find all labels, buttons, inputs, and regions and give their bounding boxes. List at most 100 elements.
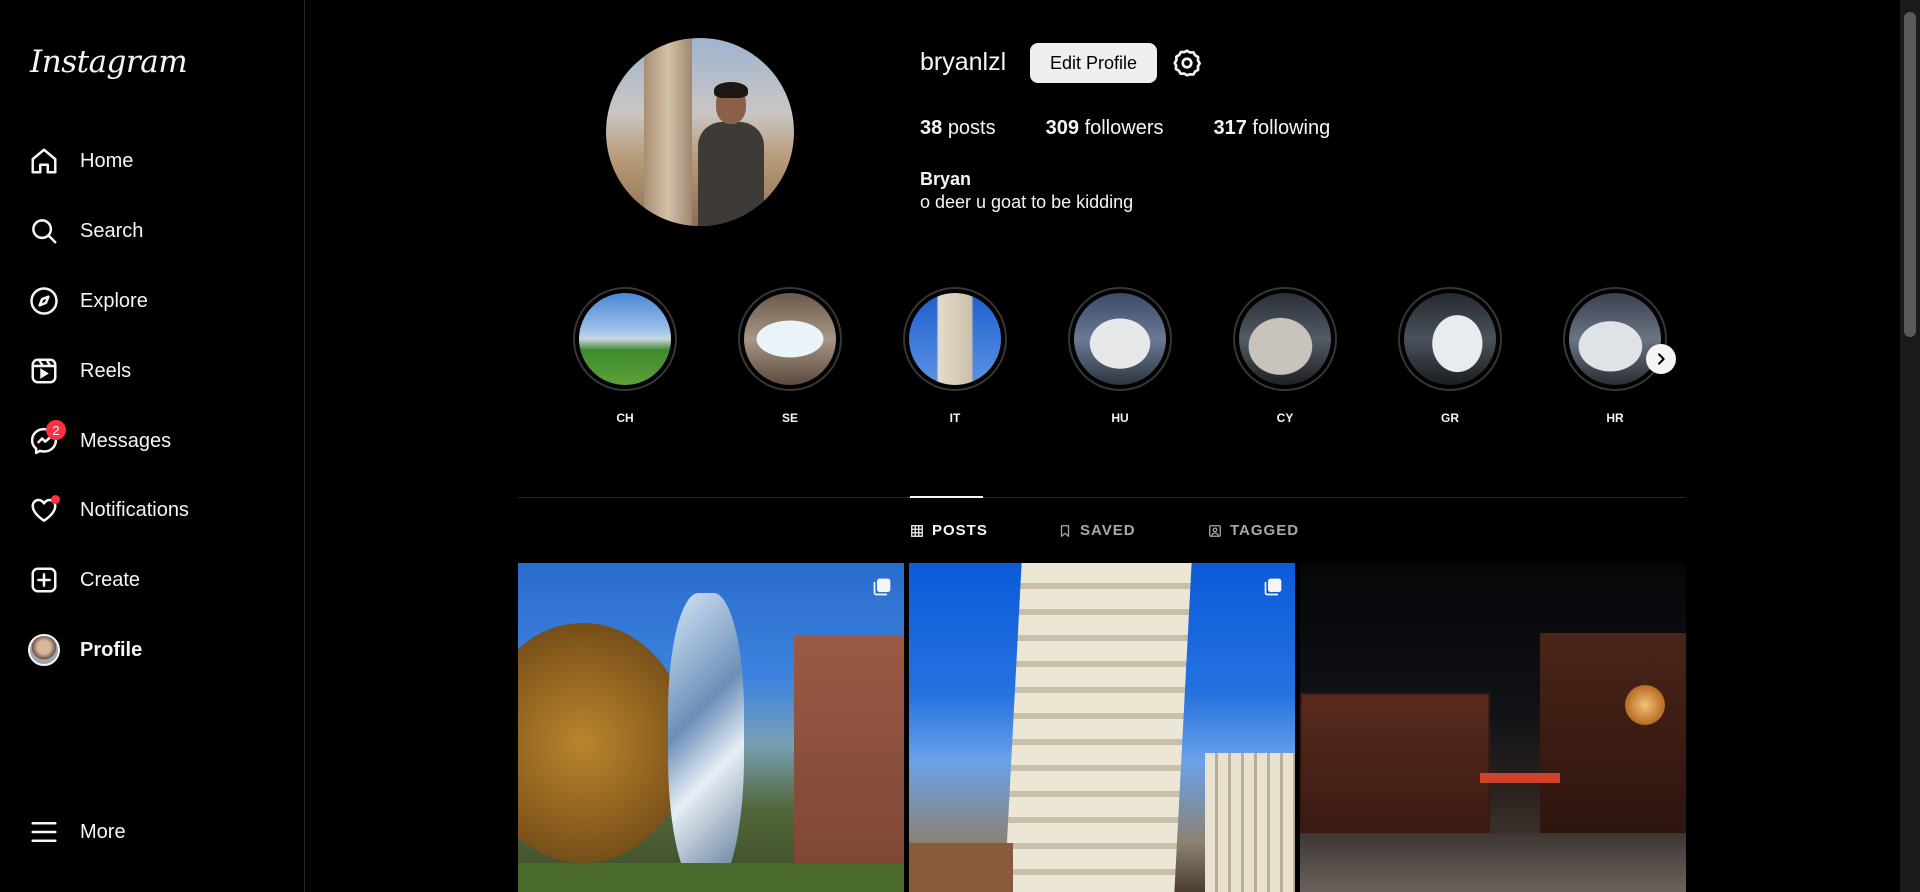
profile-stats: 38 posts 309 followers 317 following — [920, 117, 1330, 140]
tab-label: POSTS — [932, 522, 988, 539]
sidebar-item-label: More — [80, 820, 126, 843]
highlight-label: HU — [1111, 411, 1129, 425]
instagram-logo[interactable]: Instagram — [30, 44, 188, 80]
post-scene-emblem — [1625, 685, 1665, 725]
carousel-icon — [1264, 578, 1282, 596]
profile-full-name: Bryan — [920, 169, 972, 189]
post-scene-plaza — [1300, 833, 1686, 892]
highlight-ring — [1068, 287, 1172, 391]
sidebar-item-explore[interactable]: Explore — [28, 277, 148, 325]
page-scrollbar[interactable] — [1900, 0, 1920, 892]
profile-avatar[interactable] — [606, 38, 794, 226]
highlight-label: IT — [949, 411, 961, 425]
post-scene-tower — [1004, 563, 1192, 892]
search-icon — [28, 215, 60, 247]
posts-count: 38 — [920, 117, 943, 139]
post-scene-grass — [518, 863, 904, 892]
tab-posts[interactable]: POSTS — [910, 522, 988, 539]
post-scene-building — [794, 635, 904, 892]
sidebar-item-label: Messages — [80, 429, 172, 452]
highlight-ring — [1563, 287, 1667, 391]
sidebar-item-label: Reels — [80, 359, 132, 382]
sidebar-item-notifications[interactable]: Notifications — [28, 486, 189, 534]
avatar-scene-body — [698, 122, 764, 226]
highlight-ring — [903, 287, 1007, 391]
carousel-icon — [873, 578, 891, 596]
following-label: following — [1252, 117, 1331, 139]
profile-bio: o deer u goat to be kidding — [920, 192, 1134, 212]
sidebar-item-label: Search — [80, 219, 144, 242]
highlight-item[interactable]: SE — [738, 287, 842, 425]
highlight-ring — [1233, 287, 1337, 391]
tab-tagged[interactable]: TAGGED — [1208, 522, 1299, 539]
post-thumbnail[interactable] — [909, 563, 1295, 892]
heart-icon — [28, 494, 60, 526]
sidebar-item-home[interactable]: Home — [28, 137, 133, 185]
highlight-ring — [573, 287, 677, 391]
sidebar-item-reels[interactable]: Reels — [28, 347, 131, 395]
highlight-ring — [1398, 287, 1502, 391]
post-scene-sign — [1480, 773, 1560, 783]
highlight-item[interactable]: IT — [903, 287, 1007, 425]
followers-stat[interactable]: 309 followers — [1046, 117, 1164, 140]
highlight-cover — [1239, 293, 1331, 385]
posts-label: posts — [947, 117, 996, 139]
post-thumbnail[interactable] — [518, 563, 904, 892]
highlight-cover — [909, 293, 1001, 385]
highlight-label: SE — [781, 411, 798, 425]
grid-icon — [911, 524, 923, 537]
highlight-item[interactable]: GR — [1398, 287, 1502, 425]
tab-label: SAVED — [1080, 522, 1136, 539]
chevron-right-icon — [1658, 353, 1665, 365]
sidebar-item-messages[interactable]: 2 Messages — [28, 417, 171, 465]
sidebar-item-profile[interactable]: Profile — [28, 626, 142, 674]
active-tab-indicator — [910, 496, 983, 498]
highlight-item[interactable]: CY — [1233, 287, 1337, 425]
highlight-cover — [744, 293, 836, 385]
settings-gear-icon[interactable] — [1171, 47, 1203, 79]
edit-profile-button[interactable]: Edit Profile — [1030, 43, 1157, 83]
followers-label: followers — [1084, 117, 1164, 139]
highlight-label: CY — [1276, 411, 1294, 425]
compass-icon — [28, 285, 60, 317]
tab-label: TAGGED — [1230, 522, 1300, 539]
sidebar: Instagram Home Search Explore Reels 2 Me… — [0, 0, 305, 892]
post-scene-sculpture — [668, 593, 744, 892]
highlight-cover — [1404, 293, 1496, 385]
avatar-scene-person — [698, 82, 764, 226]
highlights-next-button[interactable] — [1646, 344, 1676, 374]
sidebar-item-label: Explore — [80, 289, 148, 312]
tagged-user-icon — [1209, 524, 1221, 537]
post-scene-building — [1540, 633, 1686, 833]
highlight-item[interactable]: HU — [1068, 287, 1172, 425]
messenger-icon: 2 — [28, 420, 66, 457]
plus-square-icon — [28, 564, 60, 596]
highlight-item[interactable]: CH — [573, 287, 677, 425]
bookmark-icon — [1060, 524, 1070, 537]
following-stat[interactable]: 317 following — [1213, 117, 1330, 140]
highlight-cover — [1569, 293, 1661, 385]
tab-saved[interactable]: SAVED — [1058, 522, 1136, 539]
post-thumbnail[interactable] — [1300, 563, 1686, 892]
highlight-label: GR — [1441, 411, 1459, 425]
highlight-ring — [738, 287, 842, 391]
post-scene-building — [1300, 693, 1490, 833]
reels-icon — [28, 355, 60, 387]
scrollbar-thumb[interactable] — [1904, 12, 1916, 337]
following-count: 317 — [1213, 117, 1247, 139]
post-scene-rooftops — [909, 843, 1013, 892]
hamburger-icon — [28, 816, 60, 848]
highlight-cover — [579, 293, 671, 385]
sidebar-item-more[interactable]: More — [28, 808, 126, 856]
posts-stat: 38 posts — [920, 117, 996, 140]
followers-count: 309 — [1045, 117, 1079, 139]
sidebar-item-create[interactable]: Create — [28, 556, 140, 604]
sidebar-item-search[interactable]: Search — [28, 207, 143, 255]
highlight-cover — [1074, 293, 1166, 385]
tabs-divider — [518, 497, 1686, 498]
highlight-label: CH — [616, 411, 634, 425]
notification-dot — [51, 495, 60, 504]
avatar-scene-hair — [714, 82, 748, 98]
avatar — [28, 634, 60, 666]
sidebar-item-label: Notifications — [80, 498, 189, 521]
